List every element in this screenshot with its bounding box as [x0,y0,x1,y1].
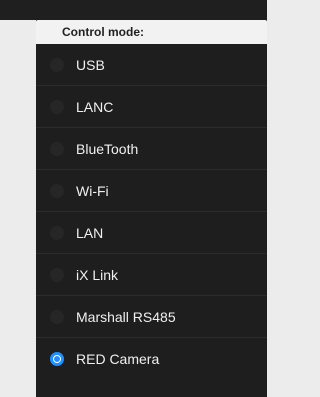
option-label: LAN [76,224,104,241]
option-label: iX Link [76,266,119,283]
panel-header: Control mode: [36,20,267,44]
option-label: Wi-Fi [76,182,109,199]
option-ix-link[interactable]: iX Link [36,254,267,296]
option-label: LANC [76,98,114,115]
option-label: BlueTooth [76,140,139,157]
top-bar [0,0,267,20]
control-mode-options: USB LANC BlueTooth Wi-Fi LAN iX Link Mar… [36,44,267,380]
radio-button[interactable] [50,57,64,72]
radio-button[interactable] [50,309,64,324]
option-usb[interactable]: USB [36,44,267,86]
control-mode-panel: Control mode: USB LANC BlueTooth Wi-Fi L… [36,20,267,397]
radio-button[interactable] [50,267,64,282]
panel-title: Control mode: [62,25,144,39]
radio-button-selected[interactable] [50,352,64,366]
option-label: RED Camera [76,351,160,367]
option-label: Marshall RS485 [76,308,176,325]
option-lanc[interactable]: LANC [36,86,267,128]
radio-button[interactable] [50,99,64,114]
radio-button[interactable] [50,183,64,198]
option-label: USB [76,56,105,73]
radio-button[interactable] [50,141,64,156]
option-bluetooth[interactable]: BlueTooth [36,128,267,170]
left-margin [0,20,36,397]
radio-button[interactable] [50,225,64,240]
option-red-camera[interactable]: RED Camera [36,338,267,380]
option-lan[interactable]: LAN [36,212,267,254]
option-marshall-rs485[interactable]: Marshall RS485 [36,296,267,338]
option-wifi[interactable]: Wi-Fi [36,170,267,212]
